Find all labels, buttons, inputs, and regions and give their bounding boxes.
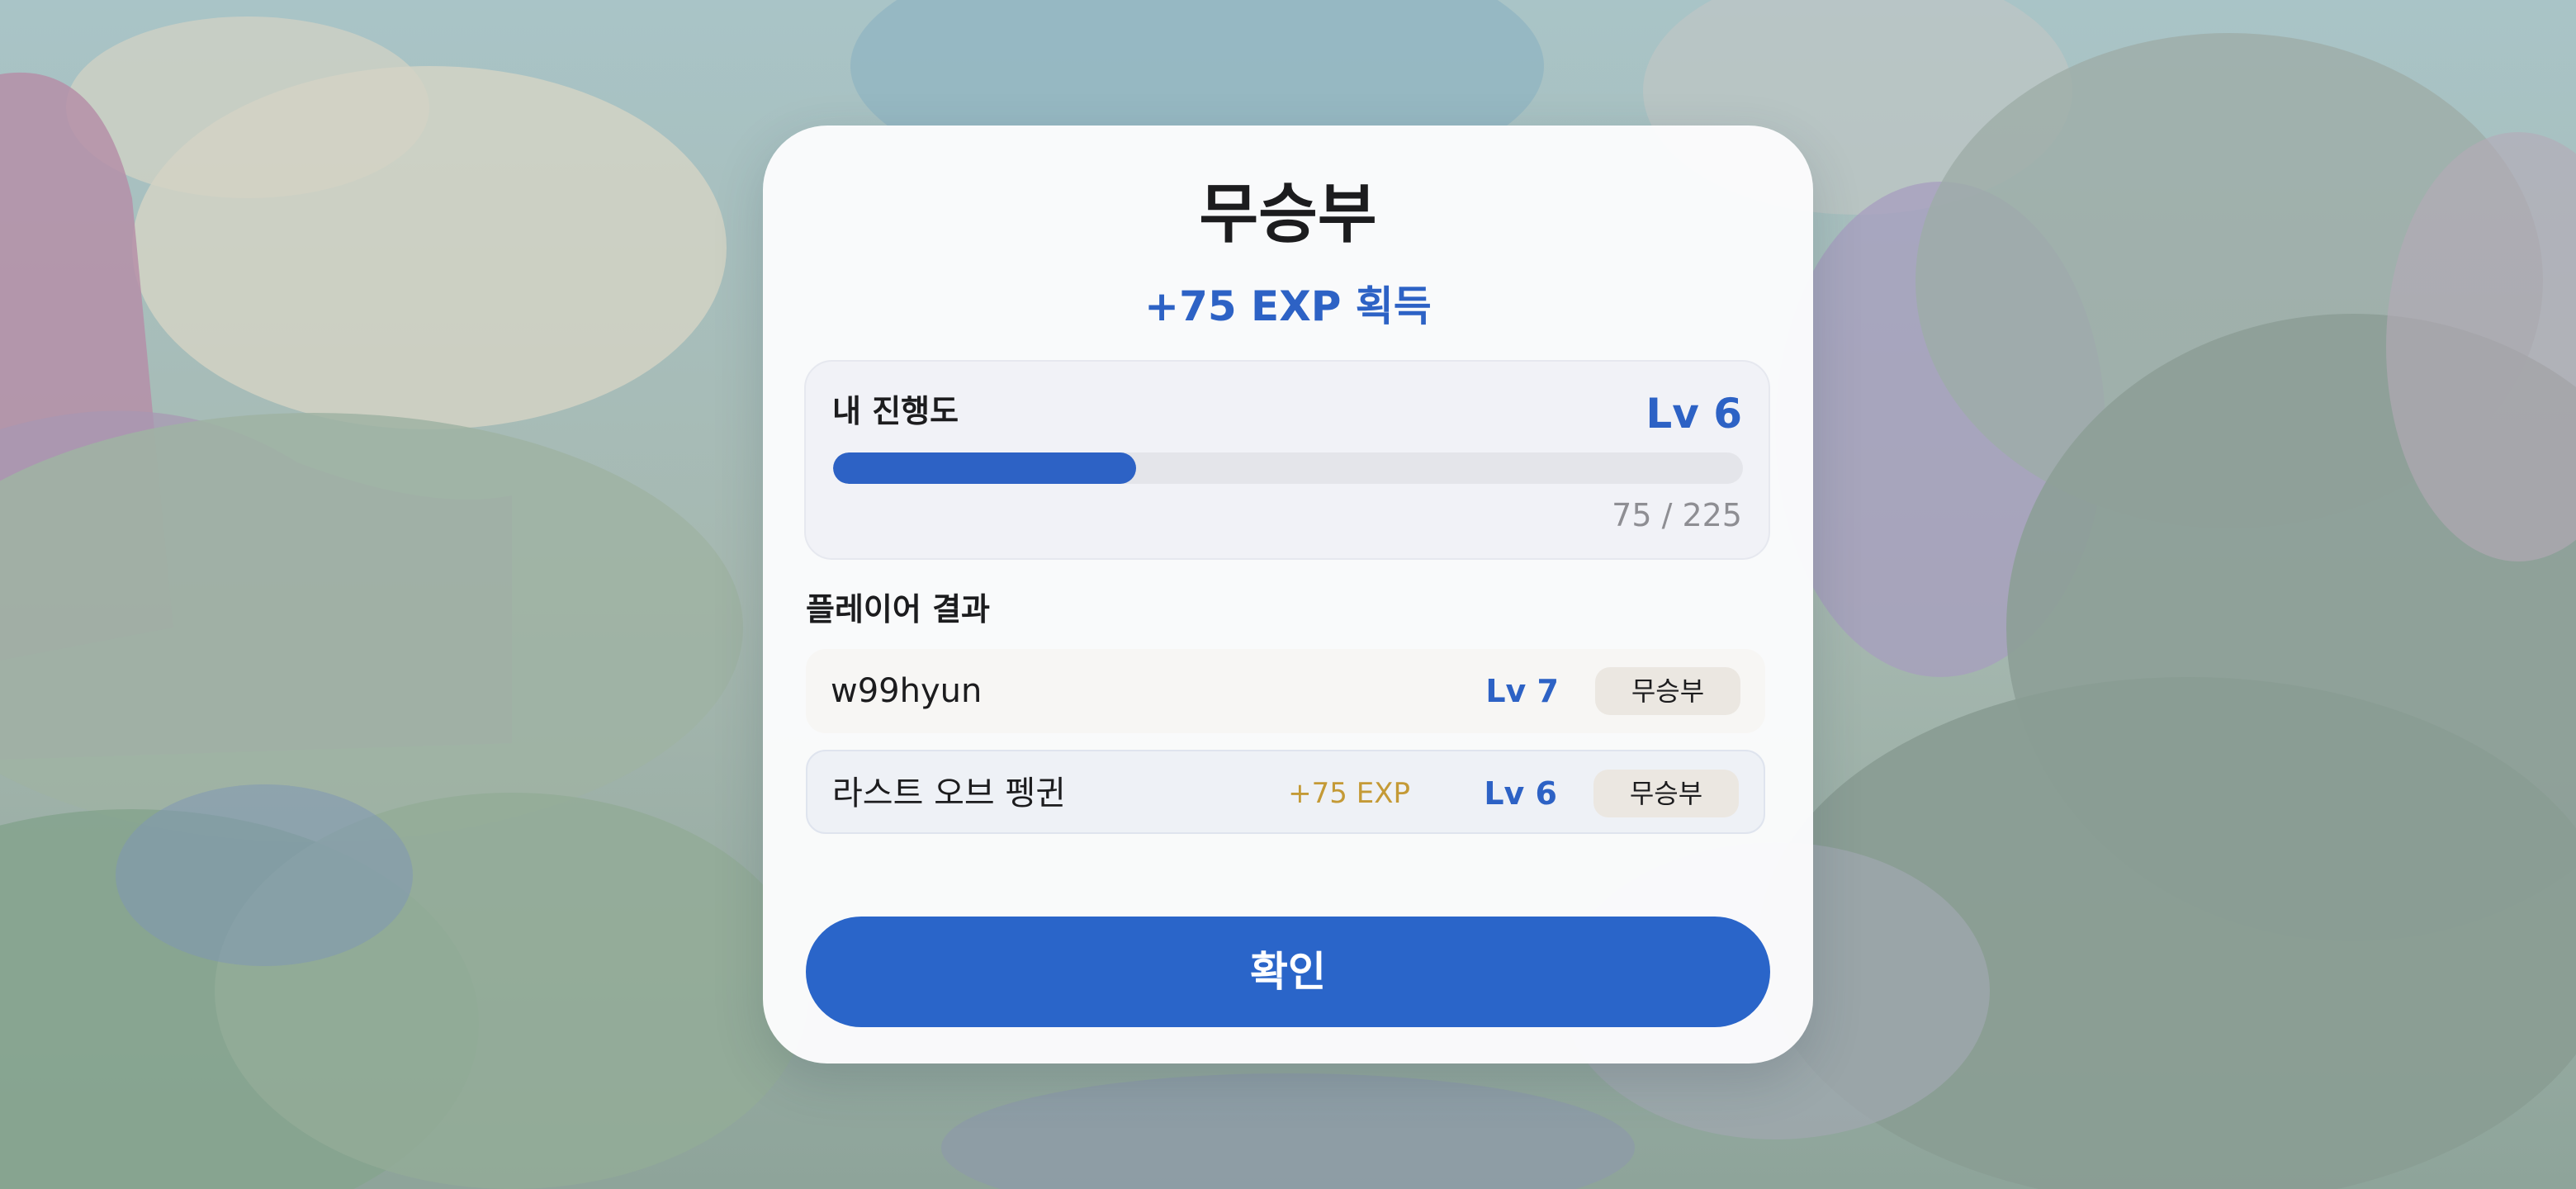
player-result-badge: 무승부 bbox=[1595, 667, 1740, 715]
player-row: w99hyun Lv 7 무승부 bbox=[806, 649, 1765, 733]
player-level: Lv 7 bbox=[1485, 673, 1559, 709]
player-name: 라스트 오브 펭귄 bbox=[832, 775, 1067, 812]
exp-progress-bar bbox=[833, 452, 1743, 484]
player-exp: +75 EXP bbox=[1288, 777, 1410, 810]
progress-count: 75 / 225 bbox=[1612, 497, 1742, 533]
exp-progress-fill bbox=[833, 452, 1137, 484]
progress-level: Lv 6 bbox=[1646, 390, 1742, 438]
player-result-badge: 무승부 bbox=[1593, 770, 1739, 817]
exp-gained-label: +75 EXP 획득 bbox=[1144, 282, 1432, 330]
player-name: w99hyun bbox=[831, 672, 983, 710]
player-results-heading: 플레이어 결과 bbox=[806, 591, 990, 628]
progress-label: 내 진행도 bbox=[832, 393, 959, 429]
player-level: Lv 6 bbox=[1484, 775, 1557, 812]
result-title: 무승부 bbox=[1199, 178, 1377, 252]
confirm-button[interactable]: 확인 bbox=[806, 917, 1770, 1027]
player-row: 라스트 오브 펭귄 +75 EXP Lv 6 무승부 bbox=[806, 750, 1765, 834]
